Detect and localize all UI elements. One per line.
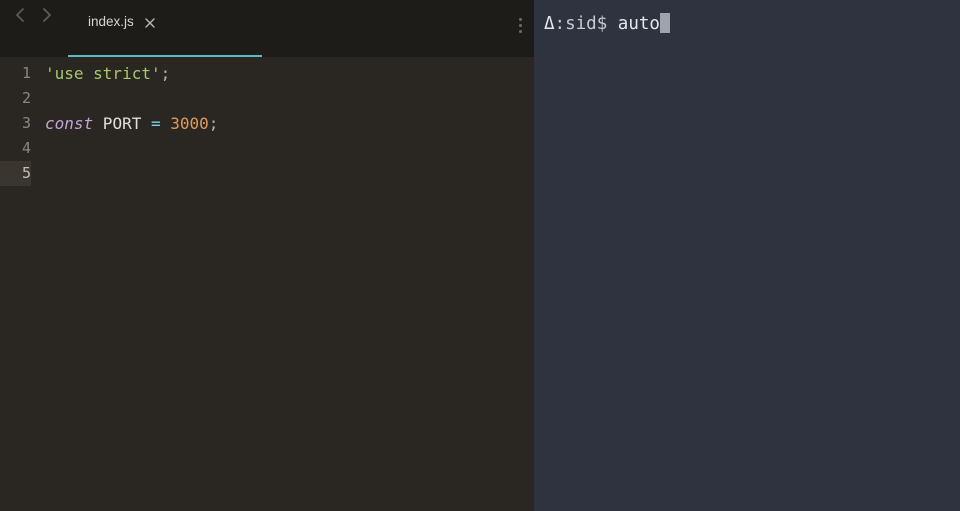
code-line <box>45 86 534 111</box>
tab-bar: index.js <box>0 0 534 57</box>
prompt-colon: : <box>555 14 566 34</box>
tab-index-js[interactable]: index.js <box>66 0 166 57</box>
line-number: 5 <box>0 161 31 186</box>
number-token: 3000 <box>161 114 209 133</box>
punct-token: ; <box>209 114 219 133</box>
line-number: 2 <box>0 86 31 111</box>
keyword-token: const <box>45 114 93 133</box>
close-icon[interactable] <box>142 15 158 31</box>
identifier-token: PORT <box>93 114 151 133</box>
line-number: 3 <box>0 111 31 136</box>
more-menu-icon[interactable] <box>519 18 522 33</box>
nav-back-icon[interactable] <box>12 8 26 22</box>
tab-active-indicator <box>68 55 262 57</box>
terminal-cursor <box>660 13 670 33</box>
nav-arrows <box>0 0 60 22</box>
editor-body[interactable]: 1 2 3 4 5 'use strict'; const PORT = 300… <box>0 57 534 511</box>
code-line <box>45 161 534 186</box>
code-line: const PORT = 3000; <box>45 111 534 136</box>
code-area[interactable]: 'use strict'; const PORT = 3000; <box>41 61 534 511</box>
punct-token: ; <box>161 64 171 83</box>
nav-forward-icon[interactable] <box>40 8 54 22</box>
editor-pane: index.js 1 2 3 4 5 'use strict'; const P… <box>0 0 534 511</box>
prompt-path: sid <box>565 14 597 34</box>
tab-label: index.js <box>88 14 134 29</box>
terminal-command: auto <box>618 14 660 34</box>
line-number: 1 <box>0 61 31 86</box>
code-line: 'use strict'; <box>45 61 534 86</box>
terminal-pane[interactable]: Δ:sid$ auto <box>534 0 960 511</box>
terminal-line: Δ:sid$ auto <box>544 12 950 36</box>
string-token: 'use strict' <box>45 64 161 83</box>
line-number: 4 <box>0 136 31 161</box>
operator-token: = <box>151 114 161 133</box>
prompt-symbol: Δ <box>544 14 555 34</box>
prompt-dollar: $ <box>597 14 618 34</box>
code-line <box>45 136 534 161</box>
line-number-gutter: 1 2 3 4 5 <box>0 61 41 511</box>
